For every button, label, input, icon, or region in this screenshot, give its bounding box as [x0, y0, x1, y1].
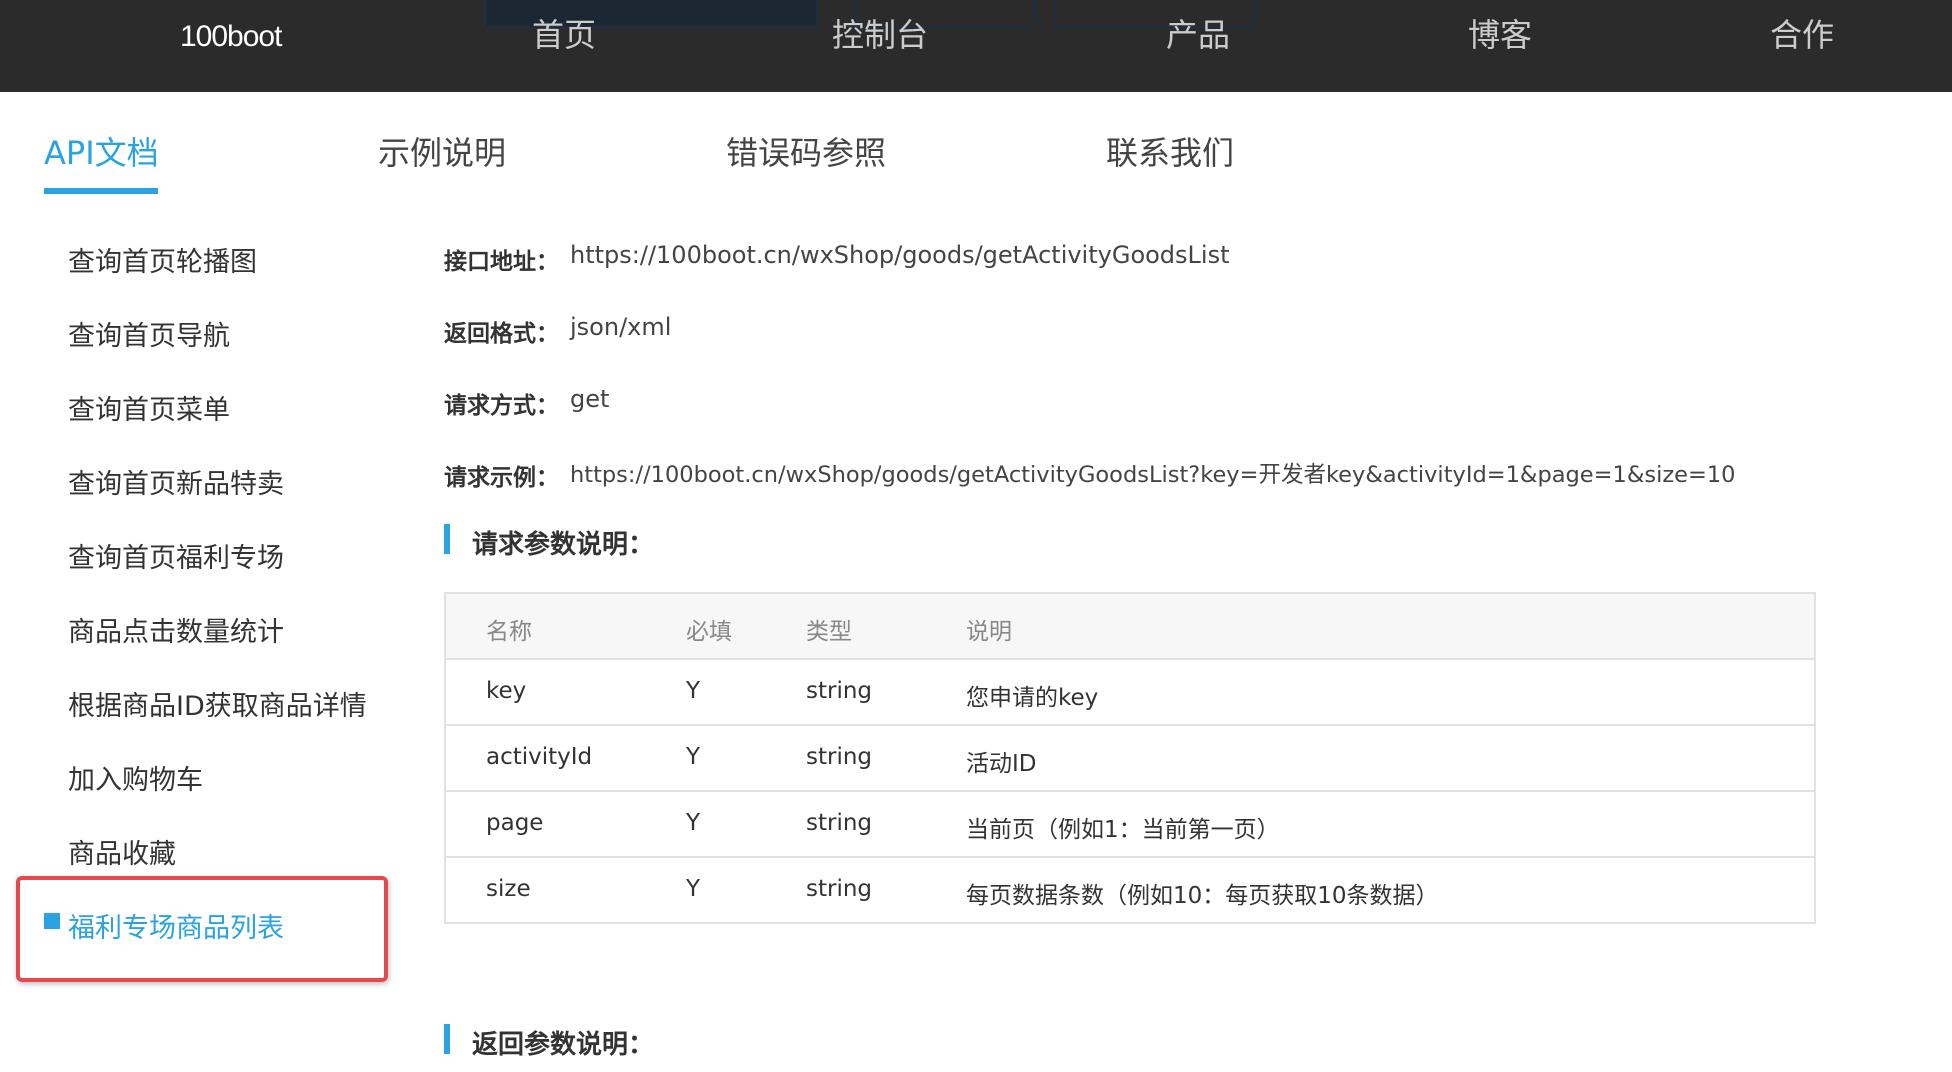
table-row: page Y string 当前页（例如1：当前第一页） — [446, 790, 1814, 856]
nav-item-cooperation[interactable]: 合作 — [1770, 10, 1834, 56]
tab-examples[interactable]: 示例说明 — [378, 128, 506, 174]
site-logo[interactable]: 100boot — [180, 20, 282, 54]
param-type: string — [806, 678, 873, 704]
example-label: 请求示例： — [444, 465, 559, 491]
section-marker — [444, 1024, 450, 1054]
header-type: 类型 — [806, 619, 852, 645]
sidebar-item-goods-detail[interactable]: 根据商品ID获取商品详情 — [68, 684, 367, 723]
nav-item-blog[interactable]: 博客 — [1468, 10, 1532, 56]
table-row: size Y string 每页数据条数（例如10：每页获取10条数据） — [446, 856, 1814, 922]
sidebar-item-add-cart[interactable]: 加入购物车 — [68, 758, 203, 797]
header-description: 说明 — [966, 619, 1012, 645]
top-navbar: 100boot 首页 控制台 产品 博客 合作 — [0, 0, 1952, 92]
param-required: Y — [686, 810, 701, 836]
format-value: json/xml — [570, 313, 672, 341]
sidebar-item-welfare[interactable]: 查询首页福利专场 — [68, 536, 284, 575]
param-description: 活动ID — [966, 751, 1037, 777]
method-value: get — [570, 385, 610, 413]
table-header-row: 名称 必填 类型 说明 — [446, 594, 1814, 658]
table-row: key Y string 您申请的key — [446, 658, 1814, 724]
param-required: Y — [686, 678, 701, 704]
param-required: Y — [686, 876, 701, 902]
param-description: 您申请的key — [966, 685, 1099, 711]
sidebar-item-click-stats[interactable]: 商品点击数量统计 — [68, 610, 284, 649]
nav-item-console[interactable]: 控制台 — [832, 10, 928, 56]
param-name: size — [486, 876, 531, 902]
active-tab-indicator — [44, 188, 158, 194]
sidebar-item-favorite[interactable]: 商品收藏 — [68, 832, 176, 871]
param-type: string — [806, 876, 873, 902]
param-description: 每页数据条数（例如10：每页获取10条数据） — [966, 883, 1439, 909]
param-type: string — [806, 744, 873, 770]
nav-item-products[interactable]: 产品 — [1166, 10, 1230, 56]
param-type: string — [806, 810, 873, 836]
sidebar-item-menu[interactable]: 查询首页菜单 — [68, 388, 230, 427]
nav-item-home[interactable]: 首页 — [532, 10, 596, 56]
param-description: 当前页（例如1：当前第一页） — [966, 817, 1280, 843]
example-value: https://100boot.cn/wxShop/goods/getActiv… — [570, 462, 1736, 488]
highlight-annotation-box — [16, 876, 388, 982]
param-name: key — [486, 678, 527, 704]
param-required: Y — [686, 744, 701, 770]
format-label: 返回格式： — [444, 321, 559, 347]
header-required: 必填 — [686, 619, 732, 645]
tab-contact[interactable]: 联系我们 — [1106, 128, 1234, 174]
response-params-title: 返回参数说明： — [472, 1030, 655, 1060]
sidebar-item-navigation[interactable]: 查询首页导航 — [68, 314, 230, 353]
sidebar-item-new-sale[interactable]: 查询首页新品特卖 — [68, 462, 284, 501]
sidebar-item-banner[interactable]: 查询首页轮播图 — [68, 240, 257, 279]
table-row: activityId Y string 活动ID — [446, 724, 1814, 790]
param-name: activityId — [486, 744, 593, 770]
header-name: 名称 — [486, 619, 532, 645]
tab-api-docs[interactable]: API文档 — [44, 128, 159, 174]
request-params-title: 请求参数说明： — [472, 530, 655, 560]
tab-error-codes[interactable]: 错误码参照 — [726, 128, 886, 174]
endpoint-label: 接口地址： — [444, 249, 559, 275]
request-params-table: 名称 必填 类型 说明 key Y string 您申请的key activit… — [444, 592, 1816, 924]
section-marker — [444, 524, 450, 554]
endpoint-value: https://100boot.cn/wxShop/goods/getActiv… — [570, 241, 1230, 269]
param-name: page — [486, 810, 544, 836]
method-label: 请求方式： — [444, 393, 559, 419]
